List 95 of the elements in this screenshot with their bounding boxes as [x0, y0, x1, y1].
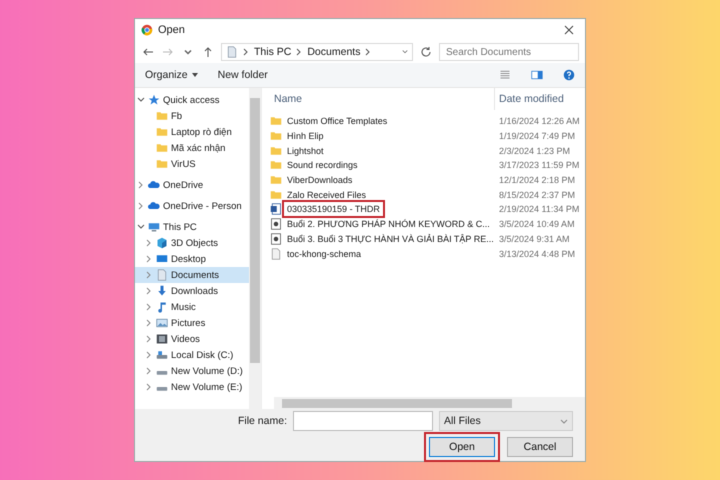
scrollbar[interactable]	[249, 88, 261, 409]
chevron-down-icon[interactable]	[137, 223, 145, 231]
date-modified: 8/15/2024 2:37 PM	[498, 190, 576, 200]
folder-icon	[156, 110, 168, 122]
cube-icon	[156, 237, 168, 249]
app-icon	[141, 24, 153, 36]
date-modified: 3/5/2024 10:49 AM	[498, 219, 576, 230]
folder-icon	[156, 158, 168, 170]
refresh-button[interactable]	[419, 45, 433, 59]
nav-item[interactable]: This PC	[135, 219, 249, 235]
nav-item[interactable]: New Volume (E:)	[135, 379, 249, 395]
file-icon	[270, 248, 282, 260]
file-name[interactable]: toc-khong-schema	[285, 248, 364, 260]
nav-item[interactable]: Quick access	[135, 92, 249, 108]
file-name[interactable]: Zalo Received Files	[285, 188, 368, 201]
nav-item[interactable]: OneDrive	[135, 177, 249, 193]
close-icon[interactable]	[564, 25, 574, 35]
document-icon	[270, 232, 282, 245]
nav-item[interactable]: Desktop	[135, 251, 249, 267]
date-modified: 2/3/2024 1:23 PM	[498, 146, 572, 156]
nav-item[interactable]: VirUS	[135, 156, 249, 172]
date-modified: 2/19/2024 11:34 PM	[498, 204, 580, 214]
date-modified: 3/5/2024 9:31 AM	[498, 234, 571, 244]
film-icon	[156, 333, 168, 345]
nav-item[interactable]: Fb	[135, 108, 249, 124]
computer-icon	[148, 221, 160, 233]
file-type-dropdown[interactable]: All Files	[439, 411, 573, 431]
nav-item[interactable]: Documents	[135, 267, 249, 283]
date-modified: 3/13/2024 4:48 PM	[498, 248, 576, 259]
folder-icon	[156, 126, 168, 138]
chevron-right-icon[interactable]	[137, 181, 145, 189]
nav-item[interactable]: Videos	[135, 331, 249, 347]
nav-item[interactable]: Downloads	[135, 283, 249, 299]
view-options-icon[interactable]	[499, 69, 511, 81]
breadcrumb-item[interactable]: Documents	[307, 46, 360, 58]
chevron-right-icon	[296, 48, 302, 56]
scrollbar[interactable]	[274, 397, 585, 409]
window-title: Open	[158, 24, 186, 36]
search-field[interactable]: Search Documents	[439, 43, 579, 61]
folder-icon	[156, 142, 168, 154]
cloud-icon	[148, 200, 160, 212]
chevron-right-icon	[365, 48, 372, 56]
file-name[interactable]: Lightshot	[285, 144, 326, 157]
column-header[interactable]: Date modified	[494, 88, 585, 110]
address-bar[interactable]: This PC Documents	[221, 43, 413, 61]
breadcrumb-item[interactable]: This PC	[254, 46, 292, 58]
file-name-label: File name:	[238, 415, 287, 427]
drive-icon	[156, 349, 168, 361]
cloud-icon	[148, 179, 160, 191]
music-note-icon	[156, 301, 168, 313]
star-icon	[148, 94, 160, 106]
nav-item[interactable]: 3D Objects	[135, 235, 249, 251]
nav-item[interactable]: OneDrive - Person	[135, 198, 249, 214]
date-modified: 12/1/2024 2:18 PM	[498, 175, 576, 186]
chevron-down-icon[interactable]	[137, 96, 145, 104]
date-modified: 1/16/2024 12:26 AM	[498, 116, 581, 126]
nav-item[interactable]: Pictures	[135, 315, 249, 331]
file-name[interactable]: 030335190159 - THDR	[285, 203, 382, 216]
file-name[interactable]: Buổi 3. Buổi 3 THỰC HÀNH VÀ GIẢI BÀI TẬP RE...	[285, 232, 496, 245]
date-modified: 3/17/2023 11:59 PM	[498, 160, 580, 170]
nav-item[interactable]: New Volume (D:)	[135, 363, 249, 379]
nav-item[interactable]: Local Disk (C:)	[135, 347, 249, 363]
folder-icon	[270, 159, 282, 172]
folder-icon	[270, 174, 282, 186]
file-name[interactable]: Buổi 2. PHƯƠNG PHÁP NHÓM KEYWORD & C...	[285, 218, 492, 230]
document-icon	[270, 218, 282, 230]
file-name[interactable]: ViberDownloads	[285, 174, 354, 186]
nav-item[interactable]: Mã xác nhận	[135, 140, 249, 156]
nav-item[interactable]: Laptop rò điện	[135, 124, 249, 140]
file-name[interactable]: Custom Office Templates	[285, 115, 390, 128]
document-icon	[226, 46, 238, 58]
word-document-icon	[270, 203, 282, 216]
file-name[interactable]: Hình Elip	[285, 130, 326, 142]
new-folder-button[interactable]: New folder	[218, 69, 268, 81]
dialog-button[interactable]: Cancel	[507, 437, 573, 457]
download-arrow-icon	[156, 285, 168, 297]
chevron-right-icon	[243, 48, 249, 56]
chevron-right-icon[interactable]	[137, 202, 145, 210]
document-icon	[156, 269, 168, 281]
help-icon[interactable]	[563, 69, 575, 81]
folder-icon	[270, 130, 282, 142]
chevron-down-icon[interactable]	[402, 48, 408, 56]
monitor-icon	[156, 253, 168, 265]
file-name-field[interactable]	[293, 411, 433, 431]
nav-item[interactable]: Music	[135, 299, 249, 315]
folder-icon	[270, 188, 282, 201]
column-header[interactable]: Name	[262, 93, 494, 105]
date-modified: 1/19/2024 7:49 PM	[498, 131, 576, 142]
folder-icon	[270, 115, 282, 128]
caret-icon[interactable]	[192, 73, 198, 77]
picture-icon	[156, 317, 168, 329]
preview-pane-icon[interactable]	[531, 69, 543, 81]
organize-button[interactable]: Organize	[145, 69, 198, 81]
file-name[interactable]: Sound recordings	[285, 159, 360, 172]
folder-icon	[270, 144, 282, 157]
